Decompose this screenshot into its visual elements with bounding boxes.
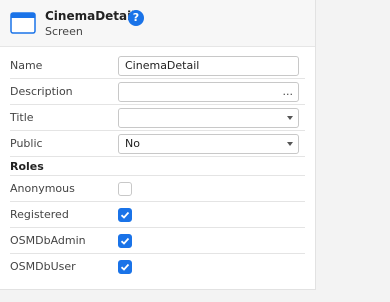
ellipsis-button[interactable]: ... bbox=[283, 83, 294, 101]
title-row: Title bbox=[0, 105, 315, 131]
registered-checkbox[interactable] bbox=[118, 208, 132, 222]
name-input[interactable]: CinemaDetail bbox=[118, 56, 299, 76]
description-label: Description bbox=[10, 85, 73, 98]
description-input[interactable]: ... bbox=[118, 82, 299, 102]
checkmark-icon bbox=[120, 237, 130, 245]
description-row: Description ... bbox=[0, 79, 315, 105]
public-value: No bbox=[125, 137, 140, 150]
role-row-osmdbadmin: OSMDbAdmin bbox=[0, 228, 315, 254]
osmdbuser-checkbox[interactable] bbox=[118, 260, 132, 274]
public-label: Public bbox=[10, 137, 43, 150]
role-row-osmdbuser: OSMDbUser bbox=[0, 254, 315, 280]
roles-heading: Roles bbox=[10, 160, 44, 173]
checkmark-icon bbox=[120, 263, 130, 271]
role-label: Anonymous bbox=[10, 182, 75, 195]
role-label: OSMDbAdmin bbox=[10, 234, 86, 247]
public-row: Public No bbox=[0, 131, 315, 157]
osmdbadmin-checkbox[interactable] bbox=[118, 234, 132, 248]
question-icon[interactable]: ? bbox=[128, 10, 144, 26]
element-title: CinemaDetail bbox=[45, 9, 136, 23]
anonymous-checkbox[interactable] bbox=[118, 182, 132, 196]
row-divider bbox=[10, 156, 305, 157]
name-row: Name CinemaDetail bbox=[0, 53, 315, 79]
chevron-down-icon bbox=[287, 142, 293, 146]
role-row-registered: Registered bbox=[0, 202, 315, 228]
element-type: Screen bbox=[45, 25, 83, 38]
panel-header: CinemaDetail Screen ? bbox=[0, 0, 315, 47]
public-select[interactable]: No bbox=[118, 134, 299, 154]
role-label: OSMDbUser bbox=[10, 260, 76, 273]
title-label: Title bbox=[10, 111, 34, 124]
role-label: Registered bbox=[10, 208, 69, 221]
name-label: Name bbox=[10, 59, 43, 72]
checkmark-icon bbox=[120, 211, 130, 219]
screen-window-icon bbox=[10, 12, 36, 34]
properties-panel: CinemaDetail Screen ? Name CinemaDetail … bbox=[0, 0, 316, 290]
title-select[interactable] bbox=[118, 108, 299, 128]
role-row-anonymous: Anonymous bbox=[0, 176, 315, 202]
chevron-down-icon bbox=[287, 116, 293, 120]
